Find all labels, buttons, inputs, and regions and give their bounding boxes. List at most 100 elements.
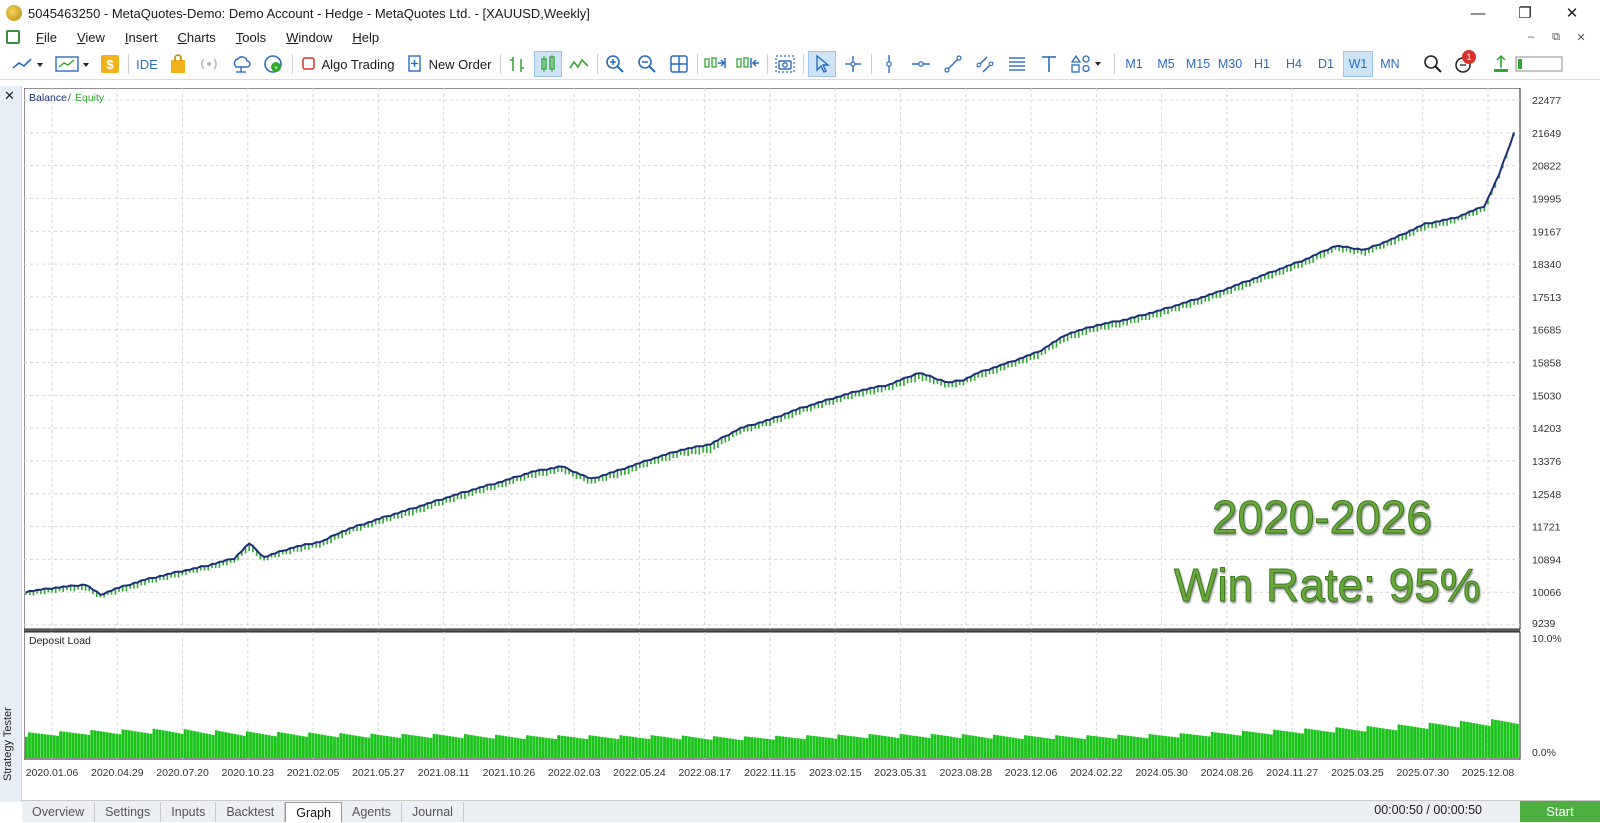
deposit-load-bar	[407, 734, 411, 758]
menu-file[interactable]: File	[26, 30, 67, 45]
fibonacci-icon[interactable]	[1004, 51, 1030, 77]
deposit-load-bar	[236, 734, 240, 758]
connection-status-bar	[1514, 51, 1564, 77]
deposit-load-bar	[1070, 737, 1074, 758]
deposit-load-bar	[1260, 733, 1264, 758]
x-tick-label: 2021.10.26	[483, 767, 536, 779]
signals-icon[interactable]	[196, 51, 222, 77]
y-tick-label: 19995	[1532, 193, 1561, 205]
screenshot-icon[interactable]	[772, 51, 798, 77]
tab-graph[interactable]: Graph	[285, 801, 343, 822]
chart-close-button[interactable]: ✕	[1570, 26, 1592, 48]
menu-charts[interactable]: Charts	[167, 30, 225, 45]
chart-shift-icon[interactable]	[734, 51, 762, 77]
start-button[interactable]: Start	[1520, 801, 1600, 822]
menu-tools[interactable]: Tools	[226, 30, 276, 45]
deposit-load-bar	[208, 734, 212, 758]
deposit-load-bar	[731, 738, 735, 758]
y-axis-main: 22477 21649 20822 19995 19167 18340 17513 16685…	[1532, 95, 1561, 630]
candlestick-chart-icon[interactable]	[534, 51, 562, 77]
shapes-menu-icon[interactable]	[1068, 51, 1108, 77]
deposit-load-bar	[354, 735, 358, 758]
chart-templates-icon[interactable]	[52, 51, 94, 77]
search-icon[interactable]	[1420, 51, 1446, 77]
zoom-in-icon[interactable]	[602, 51, 628, 77]
menu-view[interactable]: View	[67, 30, 115, 45]
deposit-load-bar	[1441, 724, 1445, 758]
tab-overview[interactable]: Overview	[22, 801, 96, 822]
zoom-out-icon[interactable]	[634, 51, 660, 77]
deposit-load-bar	[535, 736, 539, 758]
dollar-icon[interactable]: $	[98, 51, 122, 77]
close-panel-icon[interactable]: ✕	[4, 88, 15, 104]
cursor-icon[interactable]	[808, 51, 836, 77]
market-bag-icon[interactable]	[166, 51, 190, 77]
deposit-load-bar	[1033, 736, 1037, 758]
tab-backtest[interactable]: Backtest	[216, 801, 286, 822]
deposit-load-bar	[1080, 738, 1083, 758]
line-chart-icon[interactable]	[566, 51, 592, 77]
title-bar: 5045463250 - MetaQuotes-Demo: Demo Accou…	[0, 0, 1600, 26]
chart-minimize-button[interactable]: –	[1520, 26, 1542, 48]
timeframe-h1[interactable]: H1	[1247, 51, 1277, 77]
deposit-load-bar	[1335, 727, 1339, 758]
metatrader-logo-icon	[6, 5, 22, 21]
horizontal-line-icon[interactable]	[908, 51, 934, 77]
deposit-load-bar	[161, 730, 165, 758]
y-tick-label: 13376	[1532, 456, 1561, 468]
deposit-load-bar	[1248, 731, 1252, 758]
deposit-load-bar	[1276, 730, 1280, 758]
minimize-button[interactable]: —	[1456, 0, 1500, 26]
deposit-load-bar	[1142, 737, 1146, 758]
timeframe-h4[interactable]: H4	[1279, 51, 1309, 77]
deposit-load-bar	[398, 737, 402, 758]
deposit-load-bar	[230, 733, 234, 758]
deposit-load-bar	[594, 736, 598, 758]
deposit-load-bar	[647, 739, 651, 758]
close-window-button[interactable]: ✕	[1550, 0, 1594, 26]
chart-type-line-icon[interactable]	[8, 51, 48, 77]
community-icon[interactable]: +	[260, 51, 286, 77]
tab-journal[interactable]: Journal	[402, 801, 464, 822]
deposit-load-bar	[921, 737, 925, 758]
text-tool-icon[interactable]	[1036, 51, 1062, 77]
equidistant-channel-icon[interactable]	[972, 51, 998, 77]
bar-chart-icon[interactable]	[505, 51, 529, 77]
deposit-load-bar	[74, 733, 78, 758]
deposit-load-bar	[1428, 722, 1432, 758]
tab-inputs[interactable]: Inputs	[161, 801, 217, 822]
deposit-load-bar	[382, 735, 386, 758]
deposit-load-bar	[491, 738, 495, 758]
timeframe-mn[interactable]: MN	[1375, 51, 1405, 77]
tab-settings[interactable]: Settings	[95, 801, 162, 822]
algo-trading-button[interactable]: Algo Trading	[298, 51, 398, 77]
deposit-load-bar	[71, 732, 75, 758]
deposit-load-bar	[958, 738, 962, 758]
timeframe-d1[interactable]: D1	[1311, 51, 1341, 77]
deposit-load-bar	[1095, 736, 1099, 758]
tile-windows-icon[interactable]	[666, 51, 692, 77]
deposit-load-bar	[933, 734, 937, 758]
deposit-load-bar	[728, 738, 732, 758]
timeframe-m15[interactable]: M15	[1183, 51, 1213, 77]
deposit-load-bar	[305, 736, 308, 758]
tab-agents[interactable]: Agents	[342, 801, 402, 822]
menu-help[interactable]: Help	[342, 30, 389, 45]
new-order-button[interactable]: New Order	[404, 51, 494, 77]
timeframe-w1[interactable]: W1	[1343, 51, 1373, 77]
deposit-load-bar	[205, 733, 209, 758]
ide-button[interactable]: IDE	[134, 51, 160, 77]
timeframe-m1[interactable]: M1	[1119, 51, 1149, 77]
menu-insert[interactable]: Insert	[115, 30, 168, 45]
maximize-button[interactable]: ❐	[1503, 0, 1547, 26]
vertical-line-icon[interactable]	[876, 51, 902, 77]
timeframe-m5[interactable]: M5	[1151, 51, 1181, 77]
vps-cloud-icon[interactable]	[228, 51, 254, 77]
timeframe-m30[interactable]: M30	[1215, 51, 1245, 77]
deposit-load-bar	[252, 732, 256, 758]
auto-scroll-icon[interactable]	[702, 51, 728, 77]
menu-window[interactable]: Window	[276, 30, 342, 45]
trendline-icon[interactable]	[940, 51, 966, 77]
crosshair-icon[interactable]	[840, 51, 866, 77]
chart-restore-button[interactable]: ⧉	[1545, 26, 1567, 48]
